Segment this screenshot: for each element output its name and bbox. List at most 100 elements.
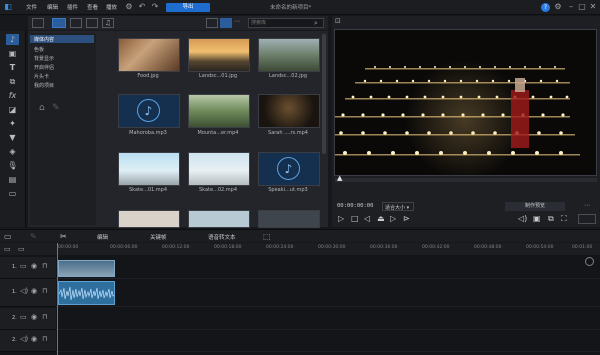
snapshot-icon[interactable]: ▣ [533,214,543,224]
tree-item-companion[interactable]: 开启伴侣 [34,64,54,71]
preview-info-icon[interactable]: ⊡ [335,18,342,25]
photo-room-icon[interactable]: ▣ [6,48,19,59]
track-lane-video-2[interactable] [56,308,600,330]
tag-icon[interactable]: ⌂ [39,103,45,113]
microphone-icon[interactable]: 🎙 [6,160,19,171]
more-tools-icon[interactable]: ⬚ [263,232,273,241]
lock-icon[interactable]: ⊓ [42,262,47,270]
tree-item-background[interactable]: 背景显示 [34,55,54,62]
maximize-icon[interactable]: ▢ [577,2,587,12]
thumbnail-landscape-01[interactable] [188,38,250,72]
track-manager-icon[interactable]: ▭ [4,232,14,241]
menu-view[interactable]: 查看 [87,3,98,11]
video-clip[interactable] [58,260,115,277]
timeline-view-icon[interactable]: ▭ [18,245,27,253]
transition-room-icon[interactable]: ⧉ [6,76,19,87]
media-room-icon[interactable]: ♪ [6,34,19,45]
track-lane-audio-2[interactable] [56,330,600,352]
audio-mixing-icon[interactable]: ▼ [6,132,19,143]
settings-icon[interactable]: ⚙ [124,2,134,12]
menu-file[interactable]: 文件 [26,3,37,11]
image-filter-icon[interactable] [86,18,98,28]
more-options-icon[interactable]: ⋯ [234,18,244,28]
thumbnail-food[interactable] [118,38,180,72]
more-options-icon[interactable]: ⋯ [584,202,594,211]
video-filter-icon[interactable] [70,18,82,28]
thumbnail-landscape-02[interactable] [258,38,320,72]
tree-item-title-card[interactable]: 片头卡 [34,73,49,80]
playhead-line[interactable] [57,243,58,355]
thumbnail-mountain[interactable] [188,94,250,128]
thumbnail-partial[interactable] [258,210,320,228]
help-icon[interactable]: ? [541,3,550,12]
volume-icon[interactable]: ◁) [518,214,528,224]
edit-tool[interactable]: 编辑 [97,233,108,241]
minimize-icon[interactable]: – [566,2,576,12]
fullscreen-icon[interactable]: ⛶ [561,214,571,224]
tree-item-color-board[interactable]: 色板 [34,46,44,53]
thumbnail-speaking[interactable]: ♪ [258,152,320,186]
lock-icon[interactable]: ⊓ [42,335,47,343]
eye-icon[interactable]: ◉ [31,287,37,295]
thumbnail-partial[interactable] [118,210,180,228]
track-lane-audio-1[interactable] [56,279,600,307]
thumbnail-mahoroba[interactable]: ♪ [118,94,180,128]
aspect-ratio-icon[interactable] [578,214,596,224]
eye-icon[interactable]: ◉ [31,262,37,270]
lock-icon[interactable]: ⊓ [42,313,47,321]
track-view-icon[interactable]: ▭ [4,245,13,253]
eye-icon[interactable]: ◉ [31,313,37,321]
playback-scrubber[interactable] [335,178,597,182]
fast-forward-icon[interactable]: ⊳ [403,214,413,224]
next-frame-icon[interactable]: ▷ [390,214,400,224]
edit-tag-icon[interactable]: ✎ [52,103,60,113]
playhead-marker-icon[interactable]: ▲ [337,174,345,182]
previous-frame-icon[interactable]: ◁ [364,214,374,224]
dock-icon[interactable]: ⧉ [548,214,558,224]
search-input[interactable] [248,18,324,28]
thumbnail-partial[interactable] [188,210,250,228]
quality-select[interactable]: 适合大小 ▾ [382,202,414,211]
subtitle-room-icon[interactable]: ▭ [6,188,19,199]
overlay-room-icon[interactable]: ◪ [6,104,19,115]
thumbnail-skate-01[interactable] [118,152,180,186]
menu-plugin[interactable]: 插件 [67,3,78,11]
export-button[interactable]: 导出 [166,3,210,12]
grid-view-icon[interactable] [220,18,232,28]
close-icon[interactable]: ✕ [588,2,598,12]
redo-icon[interactable]: ↷ [150,2,160,12]
all-media-filter-icon[interactable] [52,18,66,28]
import-media-icon[interactable] [32,18,44,28]
chapter-icon[interactable]: ▤ [6,174,19,185]
audio-clip[interactable] [58,281,115,305]
shield-icon[interactable]: ◈ [6,146,19,157]
tree-item-my-projects[interactable]: 我的项目 [34,82,54,89]
render-preview-button[interactable]: 制作预览 [505,202,565,211]
track-lane-video-1[interactable] [56,257,600,279]
gear-icon[interactable]: ⚙ [553,2,563,12]
timecode-display[interactable]: 00:00:00:00 [337,203,379,211]
menu-edit[interactable]: 编辑 [47,3,58,11]
keyframe-tool[interactable]: 关键帧 [150,233,167,241]
fx-room-icon[interactable]: fx [6,90,19,101]
fix-enhance-icon[interactable]: ✎ [30,232,40,241]
zoom-fit-icon[interactable] [585,257,594,266]
list-view-icon[interactable] [206,18,218,28]
menu-playback[interactable]: 播放 [106,3,117,11]
thumbnail-skate-02[interactable] [188,152,250,186]
audio-filter-icon[interactable]: ♫ [102,18,114,28]
step-icon[interactable]: ⏏ [377,214,387,224]
lock-icon[interactable]: ⊓ [42,287,47,295]
thumbnail-sarah[interactable] [258,94,320,128]
speech-to-text-tool[interactable]: 语音转文本 [208,233,236,241]
play-icon[interactable]: ▷ [338,214,348,224]
timeline-ruler[interactable]: 00:00:00 00:00:06:00 00:00:12:00 00:00:1… [56,243,600,255]
eye-icon[interactable]: ◉ [31,335,37,343]
stop-icon[interactable]: □ [351,214,361,224]
tree-item-media[interactable]: 媒体内容 [34,36,54,43]
title-room-icon[interactable]: T [6,62,19,73]
split-scissors-icon[interactable]: ✂ [60,232,70,241]
particle-room-icon[interactable]: ✦ [6,118,19,129]
library-scrollbar[interactable] [322,34,326,154]
undo-icon[interactable]: ↶ [137,2,147,12]
